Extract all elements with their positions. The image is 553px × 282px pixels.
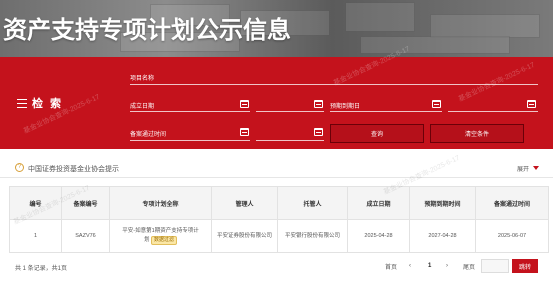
start-date-from-input[interactable] (130, 111, 250, 112)
asset-name-label: 项目名称 (130, 76, 155, 82)
goto-button[interactable]: 跳转 (512, 259, 538, 273)
column-header: 成立日期 (347, 186, 410, 220)
table-row[interactable]: 1 SAZV76 平安-如意第1期资产支持专项计 划 数据过滤 平安证券股份有限… (9, 219, 549, 253)
start-date-label: 成立日期 (130, 104, 155, 110)
calendar-icon[interactable] (314, 100, 323, 108)
watermark: 基金业协会查询-2025-6-17 (457, 61, 537, 104)
cell-plan-name[interactable]: 平安-如意第1期资产支持专项计 划 数据过滤 (109, 219, 212, 253)
filter-tag: 数据过滤 (151, 236, 178, 245)
last-page-link[interactable]: 尾页 (463, 259, 475, 273)
search-panel: 检 索 项目名称 成立日期 预期到期日 备案通过时间 查询 清空条件 基金业协会… (0, 46, 553, 149)
record-date-from-input[interactable] (130, 140, 250, 141)
plan-name-line1[interactable]: 平安-如意第1期资产支持专项计 (122, 228, 198, 234)
plan-name-line2[interactable]: 划 (144, 237, 150, 243)
page-number-input[interactable] (481, 259, 509, 273)
page-banner: 资产支持专项计划公示信息 (0, 0, 553, 57)
calendar-icon[interactable] (240, 100, 249, 108)
query-button[interactable]: 查询 (330, 124, 424, 143)
banner-decoration (360, 36, 510, 54)
question-icon: ? (15, 163, 24, 172)
banner-decoration (345, 2, 415, 32)
banner-decoration (430, 14, 540, 38)
column-header: 预期到期时间 (409, 186, 476, 220)
notice-bar: ? 中国证券投资基金业协会提示 展开 (0, 156, 553, 178)
column-header: 管理人 (211, 186, 278, 220)
cell-manager: 平安证券股份有限公司 (211, 219, 278, 253)
cell-start-date: 2025-04-28 (347, 219, 410, 253)
cell-custodian: 平安银行股份有限公司 (277, 219, 348, 253)
start-date-to-input[interactable] (256, 111, 324, 112)
next-page-link[interactable]: › (446, 259, 448, 273)
cell-expiry-date: 2027-04-28 (409, 219, 476, 253)
calendar-icon[interactable] (527, 100, 536, 108)
column-header: 托管人 (277, 186, 348, 220)
expiry-date-label: 预期到期日 (330, 104, 361, 110)
page-title: 资产支持专项计划公示信息 (3, 16, 291, 44)
record-date-to-input[interactable] (256, 140, 324, 141)
expand-link[interactable]: 展开 (517, 164, 529, 173)
calendar-icon[interactable] (240, 128, 249, 136)
caret-down-icon[interactable] (533, 166, 539, 170)
column-header: 专项计划全称 (109, 186, 212, 220)
column-header: 备案通过时间 (475, 186, 549, 220)
current-page[interactable]: 1 (428, 259, 431, 273)
notice-text: 中国证券投资基金业协会提示 (28, 166, 119, 173)
calendar-icon[interactable] (432, 100, 441, 108)
results-table: 编号 备案编号 专项计划全称 管理人 托管人 成立日期 预期到期时间 备案通过时… (9, 186, 549, 253)
expiry-date-to-input[interactable] (448, 111, 538, 112)
cell-record-no: SAZV76 (61, 219, 110, 253)
total-records: 共 1 条记录，共1页 (15, 266, 68, 272)
cell-record-time: 2025-06-07 (475, 219, 549, 253)
filter-icon (17, 98, 27, 108)
clear-button[interactable]: 清空条件 (430, 124, 524, 143)
record-date-label: 备案通过时间 (130, 132, 167, 138)
first-page-link[interactable]: 首页 (385, 259, 397, 273)
calendar-icon[interactable] (314, 128, 323, 136)
expiry-date-from-input[interactable] (330, 111, 442, 112)
prev-page-link[interactable]: ‹ (409, 259, 411, 273)
